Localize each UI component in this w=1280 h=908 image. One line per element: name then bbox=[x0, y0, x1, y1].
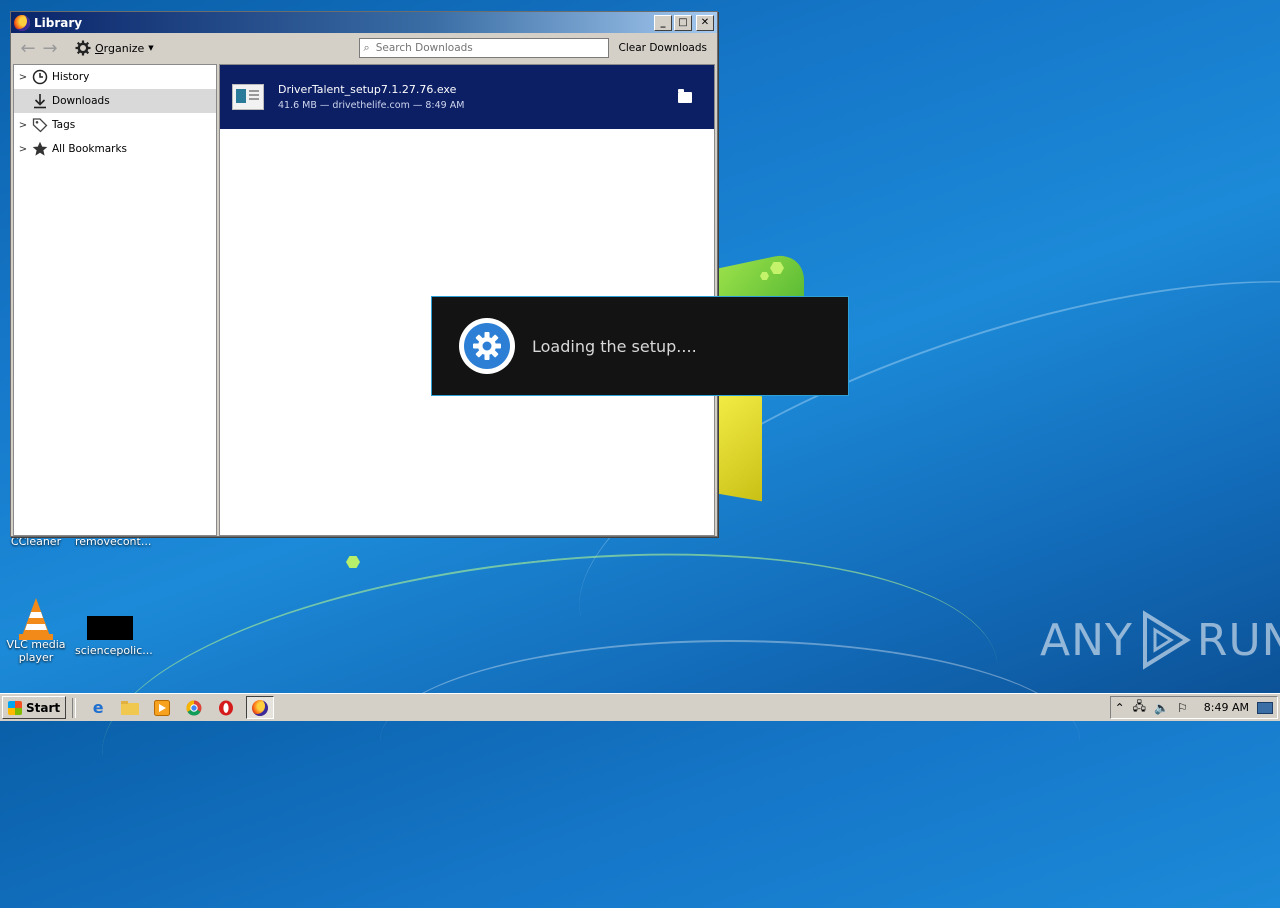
watermark-text-right: RUN bbox=[1196, 614, 1280, 666]
search-box[interactable]: ⌕ bbox=[358, 38, 609, 58]
wallpaper-logo-yellow bbox=[712, 387, 762, 502]
star-icon bbox=[31, 140, 49, 158]
wallpaper-swoosh bbox=[380, 640, 1080, 842]
desktop-icon-sciencepolic[interactable]: sciencepolic... bbox=[75, 610, 153, 657]
minimize-button[interactable]: _ bbox=[654, 14, 672, 31]
start-label: Start bbox=[26, 700, 61, 715]
window-title: Library bbox=[34, 15, 83, 30]
volume-icon[interactable]: 🔈 bbox=[1154, 701, 1169, 715]
sidebar: > History Downloads > Tags > All Bookmar… bbox=[13, 64, 217, 536]
setup-gear-icon bbox=[459, 318, 515, 374]
download-filename: DriverTalent_setup7.1.27.76.exe bbox=[278, 83, 457, 96]
organize-button[interactable]: Organize ▼ bbox=[75, 40, 154, 56]
firefox-icon bbox=[14, 14, 30, 31]
loading-text: Loading the setup.... bbox=[532, 336, 697, 356]
expand-arrow-icon[interactable]: > bbox=[18, 120, 28, 131]
media-player-icon[interactable] bbox=[152, 698, 172, 718]
expand-arrow-icon[interactable]: > bbox=[18, 144, 28, 155]
firefox-icon bbox=[252, 699, 269, 716]
tag-icon bbox=[31, 116, 49, 134]
sidebar-item-tags[interactable]: > Tags bbox=[14, 113, 216, 137]
search-icon: ⌕ bbox=[363, 41, 370, 54]
sidebar-item-label: All Bookmarks bbox=[52, 143, 128, 155]
wallpaper-hex bbox=[346, 556, 360, 568]
network-icon[interactable]: 🖧 bbox=[1133, 697, 1146, 718]
close-button[interactable]: ✕ bbox=[696, 14, 714, 31]
anyrun-watermark: ANY RUN bbox=[1040, 610, 1280, 670]
sidebar-item-label: History bbox=[52, 71, 90, 83]
search-input[interactable] bbox=[373, 41, 598, 55]
file-explorer-icon[interactable] bbox=[120, 698, 140, 718]
organize-label: Organize bbox=[95, 41, 145, 55]
loading-dialog: Loading the setup.... bbox=[431, 296, 849, 396]
maximize-button[interactable]: □ bbox=[674, 14, 692, 31]
firefox-taskbar-button[interactable] bbox=[246, 696, 275, 719]
gear-icon bbox=[75, 40, 91, 56]
clear-downloads-button[interactable]: Clear Downloads bbox=[619, 42, 707, 54]
library-window: Library _ □ ✕ ← → Organize ▼ ⌕ Clear Do bbox=[10, 11, 718, 537]
action-center-flag-icon[interactable]: ⚐ bbox=[1177, 701, 1188, 715]
file-thumbnail-icon bbox=[87, 616, 133, 640]
download-icon bbox=[31, 92, 49, 110]
desktop-icon-label: sciencepolic... bbox=[75, 644, 153, 657]
taskbar: Start e ⌃ 🖧 🔈 ⚐ 8:49 AM bbox=[0, 693, 1280, 721]
sidebar-item-label: Tags bbox=[52, 119, 76, 131]
download-item[interactable]: DriverTalent_setup7.1.27.76.exe 41.6 MB … bbox=[220, 65, 714, 129]
download-meta: 41.6 MB — drivethelife.com — 8:49 AM bbox=[278, 100, 465, 111]
sidebar-item-label: Downloads bbox=[52, 95, 110, 107]
vlc-cone-icon bbox=[16, 596, 56, 640]
back-arrow-icon[interactable]: ← bbox=[17, 38, 39, 59]
start-button[interactable]: Start bbox=[2, 696, 67, 719]
forward-arrow-icon[interactable]: → bbox=[39, 38, 61, 59]
show-desktop-icon[interactable] bbox=[1257, 701, 1273, 714]
chrome-icon[interactable] bbox=[184, 698, 204, 718]
dropdown-arrow-icon: ▼ bbox=[148, 44, 154, 52]
play-triangle-icon bbox=[1142, 610, 1191, 670]
watermark-text-left: ANY bbox=[1040, 614, 1133, 666]
expand-arrow-icon[interactable]: > bbox=[18, 72, 28, 83]
desktop-icon-vlc[interactable]: VLC media player bbox=[1, 596, 71, 664]
open-folder-icon[interactable] bbox=[678, 88, 692, 103]
sidebar-item-all-bookmarks[interactable]: > All Bookmarks bbox=[14, 137, 216, 161]
sidebar-item-downloads[interactable]: Downloads bbox=[14, 89, 216, 113]
toolbar: ← → Organize ▼ ⌕ Clear Downloads bbox=[11, 33, 717, 63]
system-tray: ⌃ 🖧 🔈 ⚐ 8:49 AM bbox=[1109, 696, 1278, 719]
title-bar[interactable]: Library _ □ ✕ bbox=[11, 12, 717, 33]
opera-icon[interactable] bbox=[216, 698, 236, 718]
clock-icon bbox=[31, 68, 49, 86]
taskbar-separator bbox=[72, 697, 77, 718]
internet-explorer-icon[interactable]: e bbox=[88, 698, 108, 718]
clock[interactable]: 8:49 AM bbox=[1204, 701, 1249, 714]
file-icon bbox=[232, 84, 264, 110]
windows-logo-icon bbox=[8, 700, 22, 715]
tray-expand-icon[interactable]: ⌃ bbox=[1115, 701, 1125, 715]
sidebar-item-history[interactable]: > History bbox=[14, 65, 216, 89]
desktop-icon-label: player bbox=[18, 651, 54, 664]
